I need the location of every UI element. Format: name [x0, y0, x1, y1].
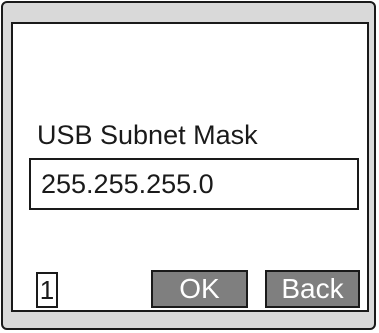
device-bezel: USB Subnet Mask 255.255.255.0 1 OK Back: [1, 1, 376, 330]
subnet-mask-field[interactable]: 255.255.255.0: [29, 158, 359, 210]
page-index-box: 1: [36, 272, 58, 308]
back-button[interactable]: Back: [265, 270, 360, 308]
setting-title: USB Subnet Mask: [37, 120, 258, 150]
display-screen: USB Subnet Mask 255.255.255.0 1 OK Back: [11, 22, 369, 312]
ok-button[interactable]: OK: [151, 270, 248, 308]
